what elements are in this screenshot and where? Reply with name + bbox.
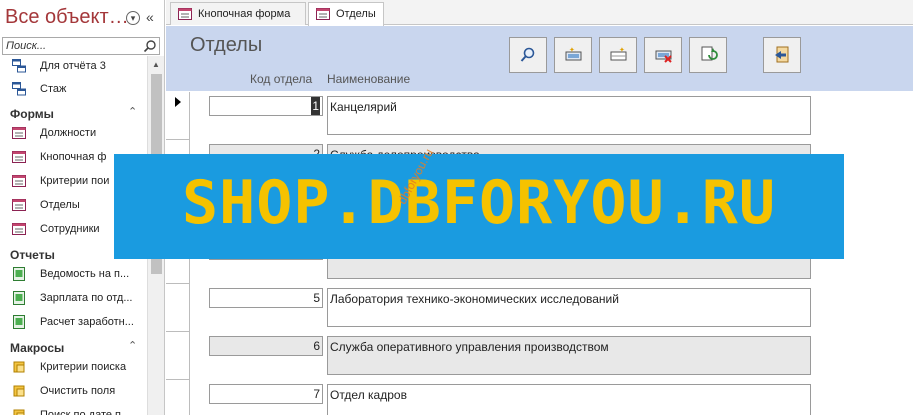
current-record-arrow-icon: [175, 97, 181, 107]
svg-text:✦: ✦: [569, 46, 575, 54]
nav-item[interactable]: Расчет заработн...: [12, 312, 147, 334]
nav-group-label: Формы: [10, 107, 54, 121]
document-tabs: Кнопочная форма Отделы: [166, 0, 913, 26]
delete-record-button[interactable]: [644, 37, 682, 73]
close-form-button[interactable]: [763, 37, 801, 73]
nav-item-label: Ведомость на п...: [40, 268, 130, 280]
chevron-down-icon[interactable]: ▾: [126, 11, 140, 25]
search-placeholder: Поиск...: [6, 40, 47, 52]
nav-item-label: Поиск по дате п...: [40, 409, 131, 415]
new-record-button[interactable]: ✦: [554, 37, 592, 73]
chevron-up-icon[interactable]: ⌃: [128, 105, 137, 118]
tab-label: Отделы: [336, 8, 376, 20]
nav-item-label: Для отчёта 3: [40, 60, 106, 72]
add-record-icon: ✦: [610, 46, 627, 61]
department-code-field[interactable]: 5: [209, 288, 323, 308]
department-code-field[interactable]: 6: [209, 336, 323, 356]
nav-item-label: Зарплата по отд...: [40, 292, 133, 304]
department-code-value: 1: [311, 97, 320, 115]
department-code-field[interactable]: 7: [209, 384, 323, 404]
department-name-field[interactable]: Лаборатория технико-экономических исслед…: [327, 288, 811, 327]
add-record-button[interactable]: ✦: [599, 37, 637, 73]
record-selector[interactable]: [166, 332, 190, 380]
nav-item[interactable]: Зарплата по отд...: [12, 288, 147, 310]
form-title: Отделы: [190, 34, 263, 56]
chevron-up-icon[interactable]: ⌃: [128, 339, 137, 352]
department-name-field[interactable]: Канцелярий: [327, 96, 811, 135]
nav-item-label: Расчет заработн...: [40, 316, 134, 328]
form-header: Отделы Код отдела Наименование ✦ ✦: [166, 26, 913, 91]
watermark-banner-text: SHOP.DBFORYOU.RU: [182, 168, 776, 238]
scroll-up-icon[interactable]: ▲: [152, 60, 160, 69]
tab-label: Кнопочная форма: [198, 8, 291, 20]
form-icon: [12, 127, 26, 139]
macro-icon: [13, 385, 25, 397]
nav-item-label: Очистить поля: [40, 385, 116, 397]
close-form-icon: [775, 46, 789, 63]
nav-group-header[interactable]: Макросы ⌃: [10, 338, 145, 358]
refresh-button[interactable]: [689, 37, 727, 73]
department-name-field[interactable]: Отдел кадров: [327, 384, 811, 415]
refresh-icon: [701, 46, 718, 61]
nav-item-label: Сотрудники: [40, 223, 100, 235]
find-button[interactable]: [509, 37, 547, 73]
find-icon: [520, 47, 535, 62]
nav-title[interactable]: Все объект…: [5, 6, 129, 29]
report-icon: [13, 315, 25, 329]
new-record-icon: ✦: [565, 46, 582, 61]
nav-item-label: Должности: [40, 127, 97, 139]
form-icon: [12, 199, 26, 211]
nav-item-label: Критерии пои: [40, 175, 110, 187]
document-tab[interactable]: Отделы: [308, 2, 384, 26]
record-selector[interactable]: [166, 284, 190, 332]
record-row: 7 Отдел кадров: [190, 380, 913, 415]
nav-item-label: Критерии поиска: [40, 361, 127, 373]
record-row: 6 Служба оперативного управления производ…: [190, 332, 913, 380]
access-window: Все объект… ▾ « Поиск... Для отчёта 3 Ста…: [0, 0, 913, 415]
watermark-banner: SHOP.DBFORYOU.RU: [114, 154, 844, 259]
report-icon: [13, 267, 25, 281]
report-icon: [13, 291, 25, 305]
collapse-pane-icon[interactable]: «: [146, 9, 154, 25]
record-selector[interactable]: [166, 92, 190, 140]
nav-item[interactable]: Очистить поля: [12, 381, 147, 403]
macro-icon: [13, 409, 25, 415]
search-icon[interactable]: [143, 39, 157, 53]
nav-header: Все объект… ▾ «: [0, 0, 165, 36]
record-selector[interactable]: [166, 380, 190, 415]
nav-group-label: Отчеты: [10, 248, 55, 262]
nav-item-label: Стаж: [40, 83, 67, 95]
form-icon: [178, 8, 192, 20]
nav-item[interactable]: Ведомость на п...: [12, 264, 147, 286]
nav-item[interactable]: Для отчёта 3: [12, 56, 147, 78]
department-name-field[interactable]: Служба оперативного управления производс…: [327, 336, 811, 375]
record-row: 1 Канцелярий: [190, 92, 913, 140]
nav-item[interactable]: Стаж: [12, 79, 147, 101]
nav-item[interactable]: Должности: [12, 123, 147, 145]
form-icon: [316, 8, 330, 20]
nav-group-header[interactable]: Формы ⌃: [10, 104, 145, 124]
nav-item-label: Отделы: [40, 199, 80, 211]
form-icon: [12, 223, 26, 235]
record-row: 5 Лаборатория технико-экономических иссле…: [190, 284, 913, 332]
query-icon: [12, 82, 26, 96]
column-header-code: Код отдела: [250, 72, 313, 86]
column-header-name: Наименование: [327, 72, 411, 86]
query-icon: [12, 59, 26, 73]
form-icon: [12, 151, 26, 163]
document-tab[interactable]: Кнопочная форма: [170, 2, 306, 25]
nav-group-label: Макросы: [10, 341, 65, 355]
nav-item[interactable]: Поиск по дате п...: [12, 405, 147, 415]
delete-record-icon: [655, 50, 672, 63]
form-icon: [12, 175, 26, 187]
macro-icon: [13, 361, 25, 373]
department-code-field[interactable]: 1: [209, 96, 323, 116]
nav-item[interactable]: Критерии поиска: [12, 357, 147, 379]
svg-text:✦: ✦: [619, 46, 625, 54]
nav-item-label: Кнопочная ф: [40, 151, 107, 163]
search-input[interactable]: Поиск...: [2, 37, 160, 55]
